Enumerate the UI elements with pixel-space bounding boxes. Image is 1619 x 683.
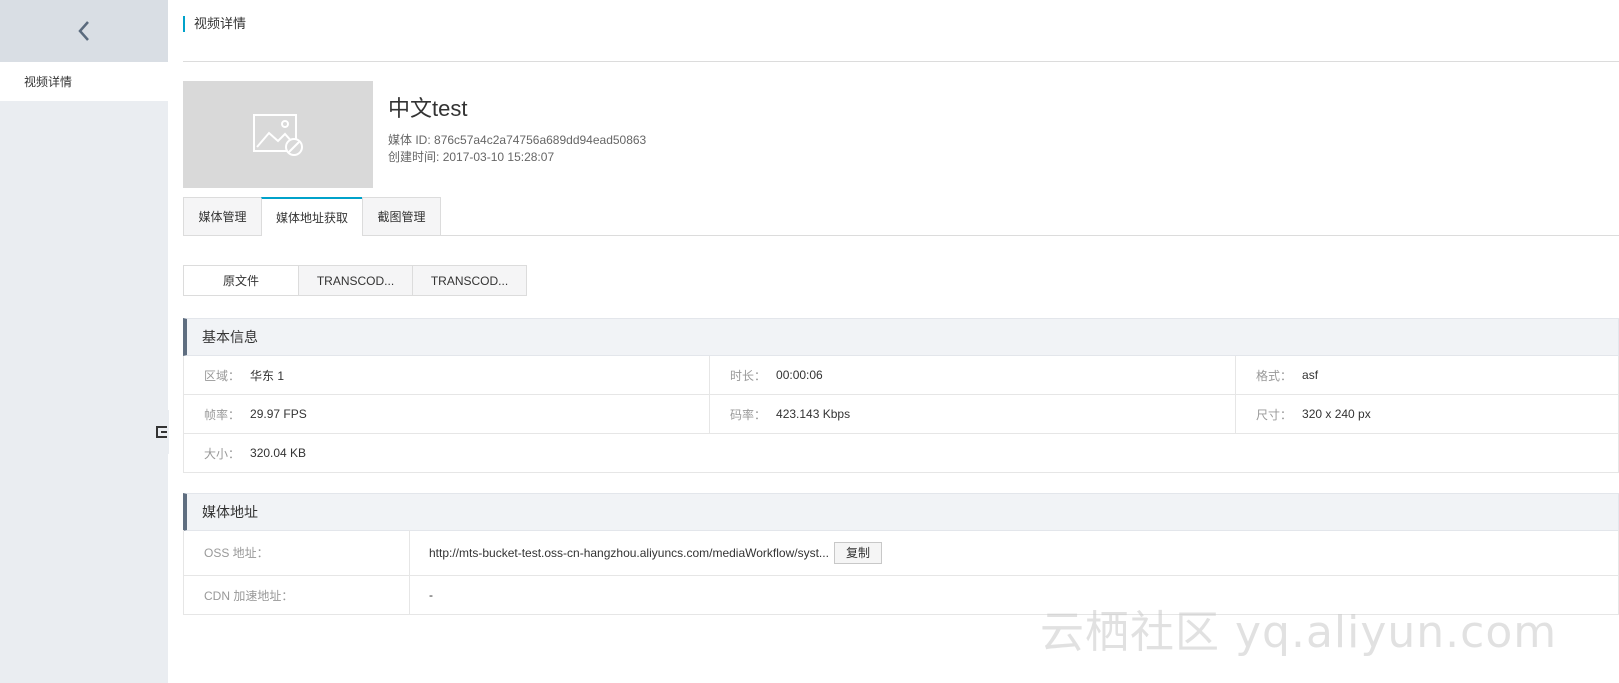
sidebar: 视频详情 bbox=[0, 0, 168, 683]
info-value: 00:00:06 bbox=[776, 368, 823, 382]
tab-media-management[interactable]: 媒体管理 bbox=[183, 197, 262, 235]
info-value: 423.143 Kbps bbox=[776, 407, 851, 421]
basic-info-table: 区域： 华东 1 时长： 00:00:06 格式： asf 帧率： 29.97 … bbox=[183, 356, 1619, 473]
oss-address-cell: http://mts-bucket-test.oss-cn-hangzhou.a… bbox=[410, 530, 1618, 575]
info-value: 320 x 240 px bbox=[1302, 407, 1371, 421]
info-label: 码率： bbox=[730, 407, 767, 422]
info-cell-format: 格式： asf bbox=[1236, 356, 1618, 394]
created-time-value: 2017-03-10 15:28:07 bbox=[442, 150, 555, 164]
info-cell-size: 大小： 320.04 KB bbox=[184, 434, 1618, 472]
info-cell-bitrate: 码率： 423.143 Kbps bbox=[710, 395, 1236, 433]
oss-address-value: http://mts-bucket-test.oss-cn-hangzhou.a… bbox=[429, 545, 829, 560]
oss-address-row: OSS 地址： http://mts-bucket-test.oss-cn-ha… bbox=[183, 530, 1619, 576]
info-label: 区域： bbox=[204, 368, 241, 383]
back-button[interactable] bbox=[0, 0, 168, 62]
chevron-left-icon bbox=[78, 21, 89, 41]
cdn-address-label: CDN 加速地址： bbox=[184, 576, 410, 614]
basic-info-header: 基本信息 bbox=[183, 318, 1619, 356]
info-row: 区域： 华东 1 时长： 00:00:06 格式： asf bbox=[183, 356, 1619, 395]
subtab-transcode-2[interactable]: TRANSCOD... bbox=[412, 265, 527, 296]
menu-collapse-icon bbox=[156, 426, 167, 438]
info-value: 29.97 FPS bbox=[250, 407, 307, 421]
info-value: asf bbox=[1302, 368, 1319, 382]
tab-snapshot-management[interactable]: 截图管理 bbox=[362, 197, 441, 235]
sidebar-item-label: 视频详情 bbox=[24, 75, 73, 89]
media-id-label: 媒体 ID: bbox=[388, 133, 431, 147]
info-row: 帧率： 29.97 FPS 码率： 423.143 Kbps 尺寸： 320 x… bbox=[183, 395, 1619, 434]
info-value: 320.04 KB bbox=[250, 446, 307, 460]
subtab-transcode-1[interactable]: TRANSCOD... bbox=[298, 265, 413, 296]
info-cell-region: 区域： 华东 1 bbox=[184, 356, 710, 394]
info-label: 帧率： bbox=[204, 407, 241, 422]
sidebar-collapse-toggle[interactable] bbox=[153, 410, 169, 454]
tab-bar: 媒体管理 媒体地址获取 截图管理 bbox=[183, 197, 1619, 236]
media-title: 中文test bbox=[388, 96, 468, 121]
sidebar-item-video-detail[interactable]: 视频详情 bbox=[0, 62, 168, 101]
copy-button[interactable]: 复制 bbox=[833, 541, 882, 564]
info-row: 大小： 320.04 KB bbox=[183, 434, 1619, 473]
info-cell-resolution: 尺寸： 320 x 240 px bbox=[1236, 395, 1618, 433]
file-subtabs: 原文件 TRANSCOD... TRANSCOD... bbox=[183, 265, 527, 296]
info-label: 格式： bbox=[1256, 368, 1293, 383]
video-thumbnail bbox=[183, 81, 373, 188]
info-label: 时长： bbox=[730, 368, 767, 383]
subtab-original-file[interactable]: 原文件 bbox=[183, 265, 299, 296]
media-id-value: 876c57a4c2a74756a689dd94ead50863 bbox=[434, 133, 647, 147]
watermark: 云栖社区 yq.aliyun.com bbox=[1040, 607, 1558, 658]
media-created-time: 创建时间: 2017-03-10 15:28:07 bbox=[388, 148, 554, 165]
info-label: 大小： bbox=[204, 446, 241, 461]
media-address-header: 媒体地址 bbox=[183, 493, 1619, 531]
info-label: 尺寸： bbox=[1256, 407, 1293, 422]
info-value: 华东 1 bbox=[250, 368, 285, 383]
oss-address-label: OSS 地址： bbox=[184, 530, 410, 575]
info-cell-duration: 时长： 00:00:06 bbox=[710, 356, 1236, 394]
tab-media-address[interactable]: 媒体地址获取 bbox=[261, 197, 363, 236]
image-placeholder-icon bbox=[253, 113, 303, 156]
created-time-label: 创建时间: bbox=[388, 150, 440, 164]
info-cell-framerate: 帧率： 29.97 FPS bbox=[184, 395, 710, 433]
page-title: 视频详情 bbox=[183, 16, 246, 32]
media-id: 媒体 ID: 876c57a4c2a74756a689dd94ead50863 bbox=[388, 131, 646, 148]
page-header: 视频详情 bbox=[183, 0, 1619, 62]
